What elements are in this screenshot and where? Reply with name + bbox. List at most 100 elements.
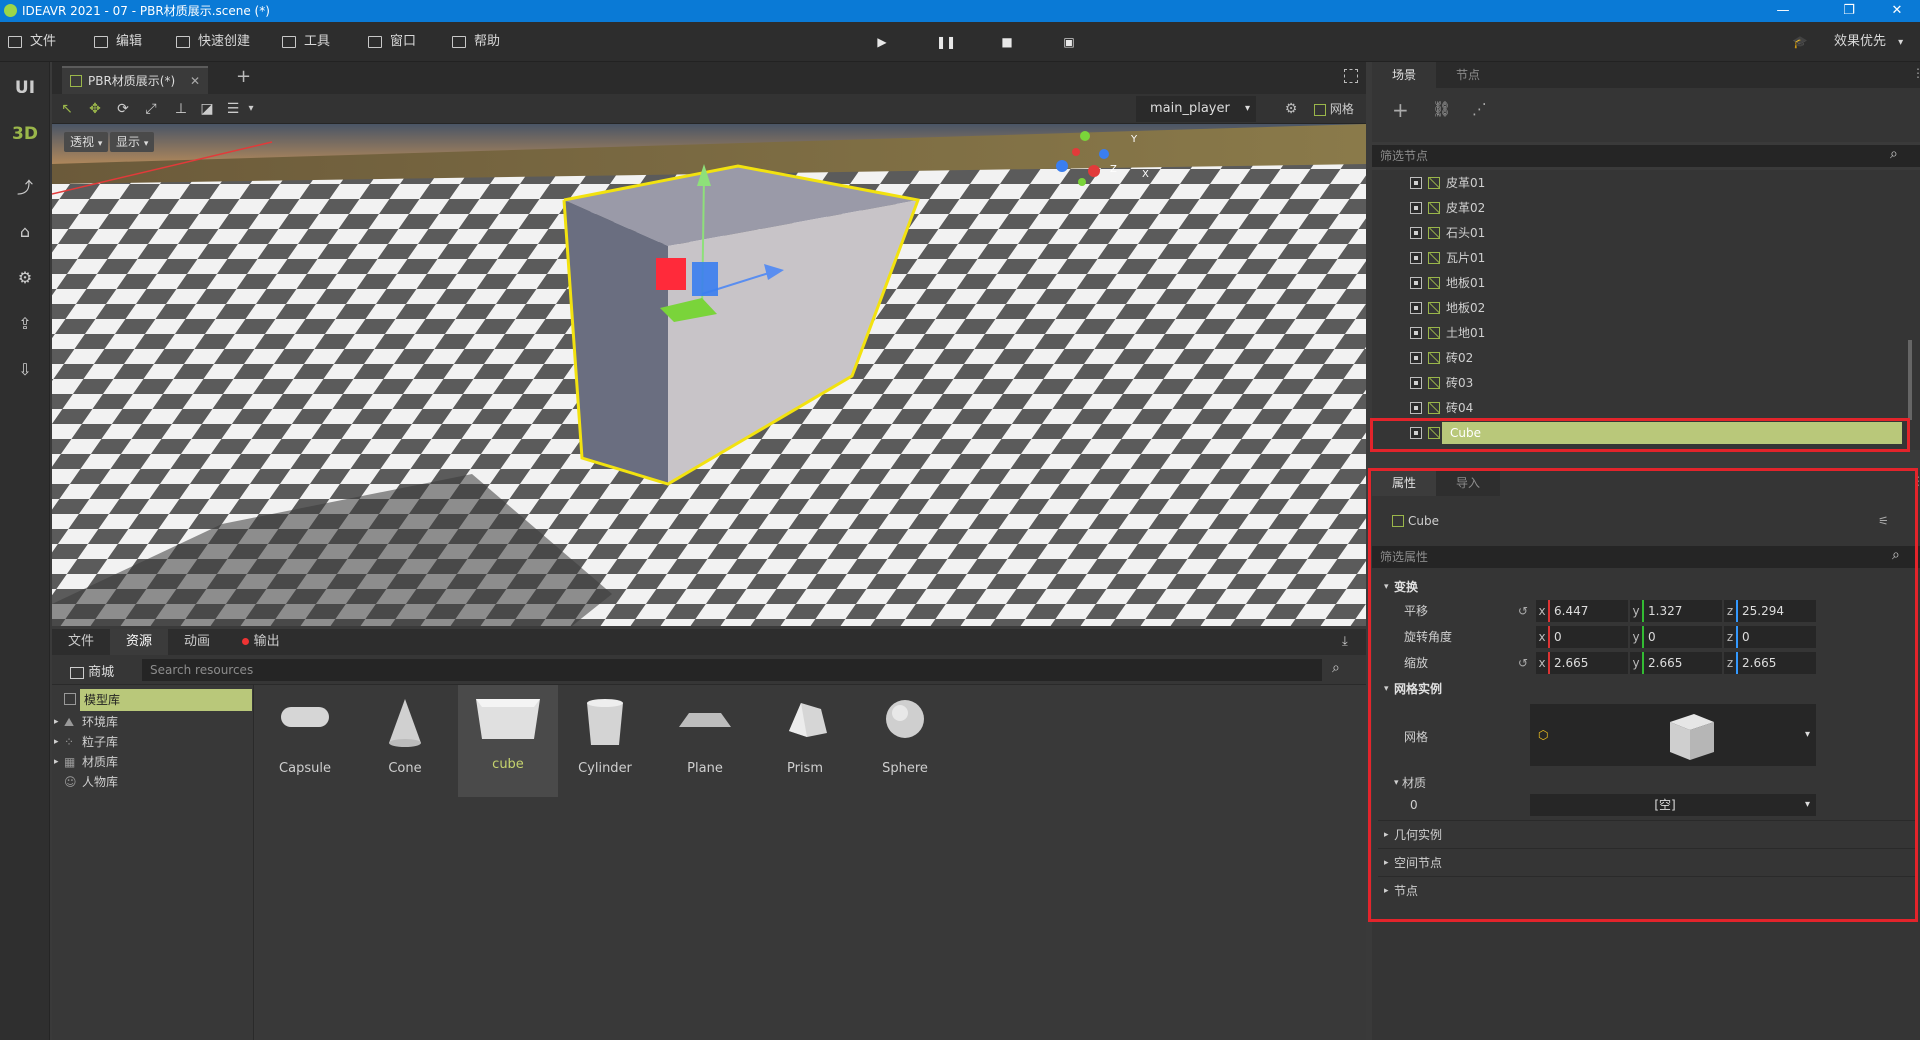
view-mode-button[interactable]: 透视 ▾ (64, 132, 109, 152)
snap-icon[interactable]: ◪ (198, 100, 216, 118)
orient-green-icon[interactable] (1078, 178, 1086, 186)
menu-window[interactable]: 窗口 (368, 22, 416, 62)
spatial-section[interactable]: ▸ 空间节点 (1372, 850, 1920, 876)
visibility-checkbox[interactable] (1410, 352, 1422, 364)
orient-red-icon[interactable] (1072, 148, 1080, 156)
scrollbar[interactable] (1908, 340, 1912, 420)
visibility-checkbox[interactable] (1410, 252, 1422, 264)
material-select[interactable]: [空] ▾ (1530, 794, 1816, 816)
orient-y-icon[interactable] (1080, 131, 1090, 141)
display-mode-button[interactable]: 显示 ▾ (110, 132, 155, 152)
rotate-x-field[interactable]: x0 (1536, 626, 1628, 648)
tree-item-characters[interactable]: ☺ 人物库 (52, 771, 252, 793)
asset-cylinder[interactable]: Cylinder (555, 689, 655, 797)
gear-icon[interactable]: ⚙ (1282, 100, 1300, 118)
export-icon[interactable]: ⇪ (0, 306, 50, 342)
visibility-checkbox[interactable] (1410, 227, 1422, 239)
tab-node[interactable]: 节点 (1436, 62, 1500, 88)
search-icon[interactable]: ⌕ (1332, 660, 1340, 676)
import-icon[interactable]: ⇩ (0, 352, 50, 388)
visibility-checkbox[interactable] (1410, 427, 1422, 439)
3d-viewport[interactable]: 透视 ▾ 显示 ▾ Y Z X (52, 124, 1366, 626)
grid-toggle[interactable]: 网格 (1314, 100, 1354, 117)
path-icon[interactable]: ⤴ (0, 170, 50, 206)
visibility-checkbox[interactable] (1410, 177, 1422, 189)
menu-file[interactable]: 文件 (8, 22, 56, 62)
visibility-checkbox[interactable] (1410, 327, 1422, 339)
more-options-icon[interactable]: ⋮ (1912, 66, 1920, 80)
scene-node-selected[interactable]: Cube (1410, 422, 1902, 444)
stop-icon[interactable]: ■ (997, 32, 1017, 52)
close-button[interactable]: ✕ (1874, 0, 1920, 22)
scale-x-field[interactable]: x 2.665 (1536, 652, 1628, 674)
tune-icon[interactable]: ⚟ (1878, 508, 1889, 534)
scene-node[interactable]: 皮革02 (1410, 197, 1890, 219)
scale-tool-icon[interactable]: ⤢ (142, 100, 160, 118)
node-tree-icon[interactable]: ⋰ (1472, 100, 1487, 118)
store-button[interactable]: 商城 (70, 661, 114, 680)
rotate-tool-icon[interactable]: ⟳ (114, 100, 132, 118)
scene-node[interactable]: 砖02 (1410, 347, 1890, 369)
tab-output[interactable]: 输出 (230, 629, 292, 655)
rotate-y-field[interactable]: y0 (1630, 626, 1722, 648)
scene-node[interactable]: 砖04 (1410, 397, 1890, 419)
pivot-icon[interactable]: ⊥ (172, 100, 190, 118)
asset-cube[interactable]: cube (458, 685, 558, 797)
ui-mode-button[interactable]: UI (0, 70, 50, 106)
visibility-checkbox[interactable] (1410, 202, 1422, 214)
close-tab-icon[interactable]: ✕ (190, 68, 200, 94)
menu-tools[interactable]: 工具 (282, 22, 330, 62)
reset-icon[interactable]: ↺ (1518, 598, 1528, 624)
scene-node[interactable]: 地板02 (1410, 297, 1890, 319)
scene-node[interactable]: 石头01 (1410, 222, 1890, 244)
asset-prism[interactable]: Prism (755, 689, 855, 797)
3d-mode-button[interactable]: 3D (0, 116, 50, 152)
scene-node[interactable]: 土地01 (1410, 322, 1890, 344)
restore-button[interactable]: ❐ (1826, 0, 1872, 22)
scene-doc-tab[interactable]: PBR材质展示(*) ✕ (62, 66, 208, 94)
mesh-picker[interactable]: ⬡ ▾ (1530, 704, 1816, 766)
scene-node[interactable]: 皮革01 (1410, 172, 1890, 194)
visibility-checkbox[interactable] (1410, 277, 1422, 289)
scene-node[interactable]: 地板01 (1410, 272, 1890, 294)
scale-y-field[interactable]: y 2.665 (1630, 652, 1722, 674)
tab-import[interactable]: 导入 (1436, 470, 1500, 496)
asset-sphere[interactable]: Sphere (855, 689, 955, 797)
fullscreen-icon[interactable] (1344, 69, 1358, 83)
scene-node[interactable]: 砖03 (1410, 372, 1890, 394)
orient-x-icon[interactable] (1088, 165, 1100, 177)
pause-icon[interactable]: ❚❚ (936, 32, 956, 52)
search-icon[interactable]: ⌕ (1890, 146, 1898, 162)
tab-properties[interactable]: 属性 (1372, 470, 1436, 496)
move-tool-icon[interactable]: ✥ (86, 100, 104, 118)
tab-scene[interactable]: 场景 (1372, 62, 1436, 88)
translate-x-field[interactable]: x 6.447 (1536, 600, 1628, 622)
visibility-checkbox[interactable] (1410, 302, 1422, 314)
scene-node[interactable]: 瓦片01 (1410, 247, 1890, 269)
resource-search-input[interactable]: Search resources (142, 659, 1322, 681)
more-options-icon[interactable]: ⋮ (1912, 474, 1920, 488)
translate-y-field[interactable]: y 1.327 (1630, 600, 1722, 622)
orient-blue-icon[interactable] (1099, 149, 1109, 159)
graduation-cap-icon[interactable]: 🎓 (1790, 32, 1810, 52)
asset-cone[interactable]: Cone (355, 689, 455, 797)
menu-edit[interactable]: 编辑 (94, 22, 142, 62)
node-section[interactable]: ▸ 节点 (1372, 878, 1920, 904)
transform-section[interactable]: ▾ 变换 (1372, 574, 1920, 600)
tree-item-particles[interactable]: ▸ ⁘ 粒子库 (52, 731, 252, 753)
orient-z-icon[interactable] (1056, 160, 1068, 172)
minimize-button[interactable]: — (1760, 0, 1806, 22)
layout-dropdown-icon[interactable]: ▾ (242, 100, 260, 118)
camera-select[interactable]: main_player ▾ (1136, 96, 1256, 122)
add-node-icon[interactable]: + (1392, 98, 1409, 122)
asset-plane[interactable]: Plane (655, 689, 755, 797)
tab-resources[interactable]: 资源 (110, 629, 168, 655)
store-icon[interactable]: ⌂ (0, 214, 50, 250)
play-icon[interactable]: ▶ (872, 32, 892, 52)
asset-capsule[interactable]: Capsule (255, 689, 355, 797)
search-icon[interactable]: ⌕ (1892, 547, 1900, 563)
reset-icon[interactable]: ↺ (1518, 650, 1528, 676)
translate-z-field[interactable]: z 25.294 (1724, 600, 1816, 622)
link-icon[interactable]: ⛓ (1432, 100, 1451, 118)
select-tool-icon[interactable]: ↖ (58, 100, 76, 118)
